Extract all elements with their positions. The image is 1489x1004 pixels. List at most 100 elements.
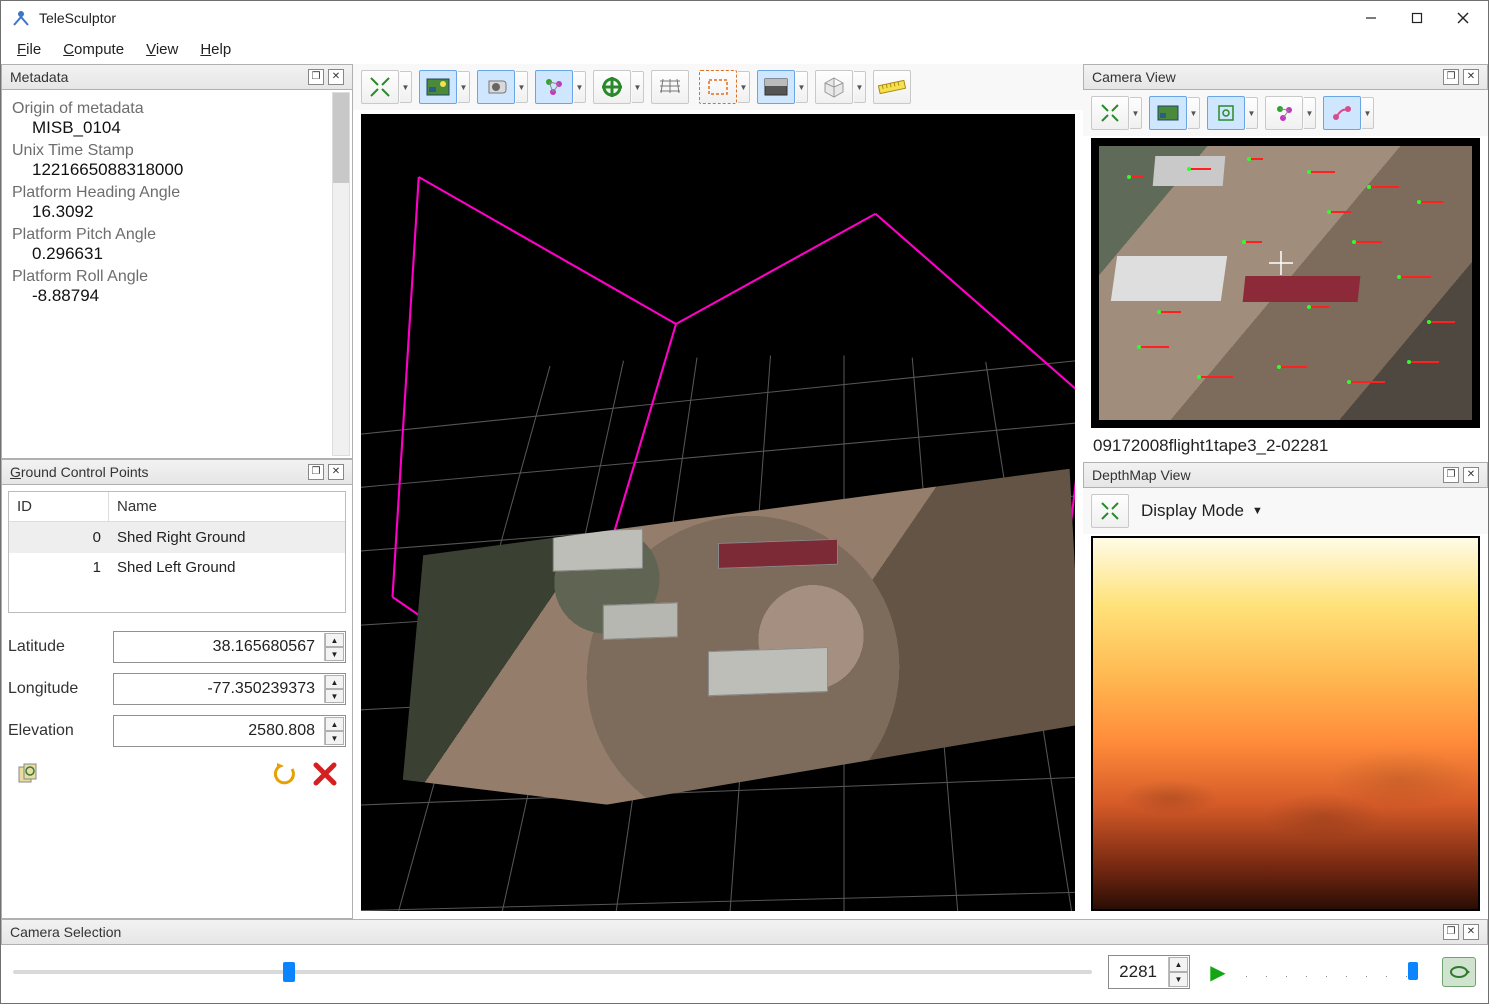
gcp-col-id[interactable]: ID: [9, 492, 109, 522]
elevation-label: Elevation: [8, 722, 103, 740]
longitude-input[interactable]: -77.350239373 ▲▼: [113, 673, 346, 705]
camera-view-close-button[interactable]: ✕: [1463, 69, 1479, 85]
camera-selection-undock-button[interactable]: ❐: [1443, 924, 1459, 940]
dropdown-icon[interactable]: ▼: [1130, 97, 1142, 129]
menu-compute[interactable]: Compute: [63, 41, 124, 58]
spin-up-icon[interactable]: ▲: [1169, 957, 1188, 972]
dropdown-icon[interactable]: ▼: [1362, 97, 1374, 129]
spin-up-icon[interactable]: ▲: [325, 633, 344, 647]
dropdown-icon[interactable]: ▼: [574, 71, 586, 103]
metadata-scrollbar[interactable]: [332, 92, 350, 456]
metadata-close-button[interactable]: ✕: [328, 69, 344, 85]
spin-down-icon[interactable]: ▼: [325, 647, 344, 661]
gcp-panel-header[interactable]: Ground Control Points ❐ ✕: [1, 459, 353, 485]
play-button[interactable]: ▶: [1206, 960, 1230, 985]
latitude-input[interactable]: 38.165680567 ▲▼: [113, 631, 346, 663]
dropdown-icon[interactable]: ▼: [400, 71, 412, 103]
dropdown-icon[interactable]: ▼: [1188, 97, 1200, 129]
show-volume-button[interactable]: ▼: [815, 70, 853, 104]
world-toolbar: ▼ ▼ ▼ ▼ ▼ ▼ ▼ ▼: [353, 64, 1083, 110]
show-roi-button[interactable]: ▼: [699, 70, 737, 104]
window-minimize-button[interactable]: [1348, 3, 1394, 33]
cam-show-landmarks-button[interactable]: ▼: [1265, 96, 1303, 130]
world-viewport[interactable]: [361, 114, 1075, 911]
titlebar: TeleSculptor: [1, 1, 1488, 35]
gcp-close-button[interactable]: ✕: [328, 464, 344, 480]
show-cameras-button[interactable]: ▼: [477, 70, 515, 104]
cam-show-image-button[interactable]: ▼: [1149, 96, 1187, 130]
gcp-col-name[interactable]: Name: [109, 492, 345, 522]
meta-origin-label: Origin of metadata: [12, 100, 342, 118]
frame-slider[interactable]: [13, 970, 1092, 974]
display-mode-dropdown[interactable]: Display Mode▼: [1141, 501, 1263, 521]
meta-origin-value: MISB_0104: [12, 118, 342, 138]
show-grid-button[interactable]: [651, 70, 689, 104]
menu-view[interactable]: View: [146, 41, 178, 58]
loop-button[interactable]: [1442, 957, 1476, 987]
elevation-input[interactable]: 2580.808 ▲▼: [113, 715, 346, 747]
depth-undock-button[interactable]: ❐: [1443, 467, 1459, 483]
menu-help[interactable]: Help: [200, 41, 231, 58]
spin-down-icon[interactable]: ▼: [1169, 972, 1188, 987]
metadata-undock-button[interactable]: ❐: [308, 69, 324, 85]
camera-selection-close-button[interactable]: ✕: [1463, 924, 1479, 940]
gcp-undock-button[interactable]: ❐: [308, 464, 324, 480]
meta-unix-label: Unix Time Stamp: [12, 142, 342, 160]
meta-heading-value: 16.3092: [12, 202, 342, 222]
app-icon: [11, 8, 31, 28]
show-ground-button[interactable]: ▼: [593, 70, 631, 104]
dropdown-icon[interactable]: ▼: [458, 71, 470, 103]
depth-reset-view-button[interactable]: [1091, 494, 1129, 528]
spin-up-icon[interactable]: ▲: [325, 675, 344, 689]
cam-show-residuals-button[interactable]: ▼: [1323, 96, 1361, 130]
window-maximize-button[interactable]: [1394, 3, 1440, 33]
window-close-button[interactable]: [1440, 3, 1486, 33]
show-depthmap-button[interactable]: ▼: [757, 70, 795, 104]
meta-roll-value: -8.88794: [12, 286, 342, 306]
camera-selection-header[interactable]: Camera Selection ❐ ✕: [1, 919, 1488, 945]
speed-slider[interactable]: [1246, 960, 1426, 984]
camera-viewport[interactable]: [1091, 138, 1480, 428]
metadata-panel-header[interactable]: Metadata ❐ ✕: [1, 64, 353, 90]
meta-roll-label: Platform Roll Angle: [12, 268, 342, 286]
camera-toolbar: ▼ ▼ ▼ ▼ ▼: [1083, 90, 1488, 136]
spin-down-icon[interactable]: ▼: [325, 689, 344, 703]
show-landmarks-button[interactable]: ▼: [535, 70, 573, 104]
reset-view-button[interactable]: ▼: [361, 70, 399, 104]
dropdown-icon[interactable]: ▼: [632, 71, 644, 103]
copy-location-button[interactable]: [14, 759, 44, 789]
longitude-label: Longitude: [8, 680, 103, 698]
frame-number-input[interactable]: 2281 ▲▼: [1108, 955, 1190, 989]
dropdown-icon[interactable]: ▼: [1304, 97, 1316, 129]
metadata-body: Origin of metadata MISB_0104 Unix Time S…: [1, 90, 353, 459]
menu-file[interactable]: File: [17, 41, 41, 58]
chevron-down-icon: ▼: [1252, 505, 1263, 517]
cam-show-tracks-button[interactable]: ▼: [1207, 96, 1245, 130]
dropdown-icon[interactable]: ▼: [854, 71, 866, 103]
dropdown-icon[interactable]: ▼: [738, 71, 750, 103]
spin-down-icon[interactable]: ▼: [325, 731, 344, 745]
dropdown-icon[interactable]: ▼: [796, 71, 808, 103]
menu-bar: File Compute View Help: [1, 35, 1488, 64]
dropdown-icon[interactable]: ▼: [1246, 97, 1258, 129]
delete-button[interactable]: [310, 759, 340, 789]
depth-panel-header[interactable]: DepthMap View ❐ ✕: [1083, 462, 1488, 488]
meta-unix-value: 1221665088318000: [12, 160, 342, 180]
meta-heading-label: Platform Heading Angle: [12, 184, 342, 202]
meta-pitch-value: 0.296631: [12, 244, 342, 264]
gcp-row[interactable]: 1 Shed Left Ground: [9, 552, 345, 582]
gcp-row[interactable]: 0 Shed Right Ground: [9, 522, 345, 552]
revert-button[interactable]: [270, 759, 300, 789]
latitude-label: Latitude: [8, 638, 103, 656]
show-imagery-button[interactable]: ▼: [419, 70, 457, 104]
camera-view-undock-button[interactable]: ❐: [1443, 69, 1459, 85]
camera-view-panel-header[interactable]: Camera View ❐ ✕: [1083, 64, 1488, 90]
depth-viewport[interactable]: [1091, 536, 1480, 911]
spin-up-icon[interactable]: ▲: [325, 717, 344, 731]
depth-close-button[interactable]: ✕: [1463, 467, 1479, 483]
dropdown-icon[interactable]: ▼: [516, 71, 528, 103]
app-title: TeleSculptor: [39, 10, 1348, 26]
measure-button[interactable]: [873, 70, 911, 104]
gcp-table[interactable]: ID Name 0 Shed Right Ground 1 Shed Left …: [8, 491, 346, 613]
cam-reset-view-button[interactable]: ▼: [1091, 96, 1129, 130]
